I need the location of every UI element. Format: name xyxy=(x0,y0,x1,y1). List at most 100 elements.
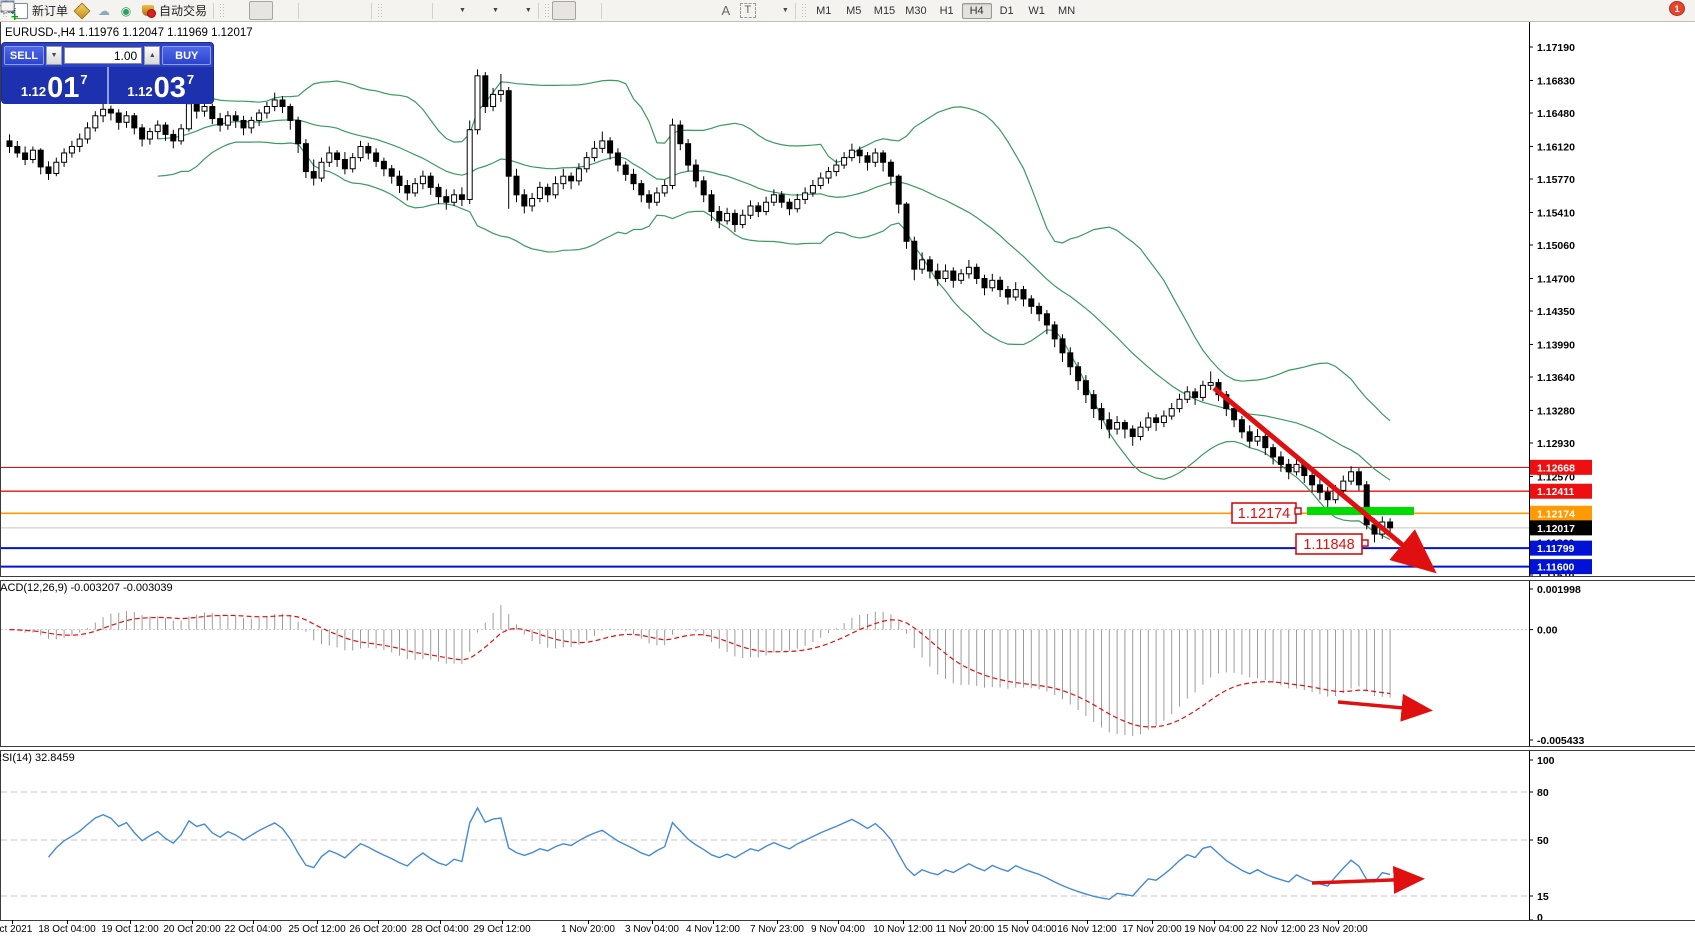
svg-text:1.12174: 1.12174 xyxy=(1238,506,1290,522)
svg-text:1.14350: 1.14350 xyxy=(1537,306,1575,318)
cloud-icon: ☁ xyxy=(96,3,112,18)
svg-text:1.11848: 1.11848 xyxy=(1303,537,1354,553)
trendline-tool[interactable] xyxy=(649,1,671,20)
horizontal-line-icon xyxy=(630,3,646,18)
timeframe-m5[interactable]: M5 xyxy=(839,3,869,19)
time-axis-label: 10 Nov 12:00 xyxy=(873,924,933,935)
text-tool[interactable]: A xyxy=(715,1,737,20)
clock-icon xyxy=(472,3,488,18)
svg-text:15: 15 xyxy=(1537,891,1549,903)
svg-text:1.11600: 1.11600 xyxy=(1537,562,1575,574)
zoom-out-button[interactable] xyxy=(324,1,346,20)
auto-scroll-button[interactable] xyxy=(385,1,407,20)
line-chart-button[interactable] xyxy=(273,1,295,20)
macd-canvas[interactable]: 0.0019980.00-0.005433 xyxy=(1,579,1695,746)
buy-price-display[interactable]: 1.12 03 7 xyxy=(109,67,214,104)
zoom-in-icon xyxy=(305,3,321,18)
templates-button[interactable]: ▼ xyxy=(502,1,535,20)
timeframe-d1[interactable]: D1 xyxy=(992,3,1022,19)
timeframe-w1[interactable]: W1 xyxy=(1022,3,1052,19)
bar-chart-button[interactable] xyxy=(227,1,249,20)
text-label-tool[interactable]: T xyxy=(737,1,759,20)
text-label-icon: T xyxy=(740,3,756,18)
buy-button[interactable]: BUY xyxy=(162,46,211,65)
svg-text:1.11799: 1.11799 xyxy=(1537,543,1575,555)
search-button[interactable] xyxy=(1627,1,1649,20)
price-chart-canvas[interactable]: 1.121741.118481.171901.168301.164801.161… xyxy=(1,22,1695,576)
new-order-label: 新订单 xyxy=(32,2,68,19)
shapes-icon xyxy=(762,3,778,18)
time-axis-label: 16 Nov 12:00 xyxy=(1057,924,1117,935)
svg-text:80: 80 xyxy=(1537,787,1549,799)
lot-decrease-button[interactable]: ▼ xyxy=(46,46,62,65)
time-axis-label: 3 Nov 04:00 xyxy=(625,924,679,935)
market-depth-button[interactable] xyxy=(71,1,93,20)
trendline-icon xyxy=(652,3,668,18)
time-axis-label: 25 Oct 12:00 xyxy=(288,924,345,935)
sell-price-display[interactable]: 1.12 01 7 xyxy=(2,67,109,104)
rsi-panel[interactable]: 1008050150 xyxy=(0,749,1695,920)
svg-text:50: 50 xyxy=(1537,835,1549,847)
chevron-down-icon: ▼ xyxy=(492,7,499,14)
periods-button[interactable]: ▼ xyxy=(469,1,502,20)
signal-icon: ◉ xyxy=(118,3,134,18)
notification-badge[interactable]: 1 xyxy=(1669,1,1685,16)
svg-text:1.15770: 1.15770 xyxy=(1537,174,1575,186)
candle-chart-button[interactable] xyxy=(249,1,273,20)
svg-text:0.00: 0.00 xyxy=(1537,625,1558,637)
chat-bubble-icon xyxy=(1652,3,1668,18)
community-button[interactable]: ☁ xyxy=(93,1,115,20)
time-axis-label: 15 Nov 04:00 xyxy=(997,924,1057,935)
svg-text:1.16480: 1.16480 xyxy=(1537,108,1575,120)
lot-increase-button[interactable]: ▲ xyxy=(144,46,160,65)
tile-windows-button[interactable] xyxy=(346,1,368,20)
timeframe-h4[interactable]: H4 xyxy=(962,3,992,19)
timeframe-m15[interactable]: M15 xyxy=(869,3,900,19)
svg-text:1.13280: 1.13280 xyxy=(1537,405,1575,417)
svg-text:1.17190: 1.17190 xyxy=(1537,42,1575,54)
panel-separator[interactable] xyxy=(0,746,1695,751)
sell-button[interactable]: SELL xyxy=(4,46,44,65)
chart-shift-button[interactable] xyxy=(407,1,429,20)
svg-text:1.13640: 1.13640 xyxy=(1537,372,1575,384)
auto-trading-button[interactable]: 自动交易 xyxy=(137,1,210,20)
time-axis-label: 22 Oct 04:00 xyxy=(224,924,281,935)
time-axis-label: 29 Oct 12:00 xyxy=(473,924,530,935)
signals-button[interactable]: ◉ xyxy=(115,1,137,20)
vertical-line-tool[interactable] xyxy=(605,1,627,20)
crosshair-tool-button[interactable] xyxy=(576,1,598,20)
main-toolbar: 新订单 ☁ ◉ 自动交易 ▼ ▼ ▼ E F A T ▼ M1M5M15M30H… xyxy=(0,0,1695,22)
panel-separator[interactable] xyxy=(0,576,1695,581)
candlestick-icon xyxy=(253,3,269,18)
time-axis-label: 1 Nov 20:00 xyxy=(561,924,615,935)
notifications-button[interactable] xyxy=(1649,1,1671,20)
svg-text:1.12174: 1.12174 xyxy=(1537,508,1575,520)
auto-scroll-icon xyxy=(388,3,404,18)
time-axis-label: 19 Nov 04:00 xyxy=(1184,924,1244,935)
lot-size-input[interactable] xyxy=(64,47,142,64)
svg-text:1.12017: 1.12017 xyxy=(1537,523,1575,535)
buy-price-prefix: 1.12 xyxy=(127,84,152,99)
macd-panel[interactable]: 0.0019980.00-0.005433 xyxy=(0,579,1695,746)
chart-ohlc-title: EURUSD-,H4 1.11976 1.12047 1.11969 1.120… xyxy=(5,27,253,39)
indicators-button[interactable]: ▼ xyxy=(436,1,469,20)
new-order-button[interactable]: 新订单 xyxy=(10,1,71,20)
zoom-out-icon xyxy=(327,3,343,18)
timeframe-m30[interactable]: M30 xyxy=(900,3,931,19)
price-chart-panel[interactable]: 1.121741.118481.171901.168301.164801.161… xyxy=(0,22,1695,576)
timeframe-h1[interactable]: H1 xyxy=(932,3,962,19)
rsi-canvas[interactable]: 1008050150 xyxy=(1,749,1695,920)
timeframe-m1[interactable]: M1 xyxy=(809,3,839,19)
horizontal-line-tool[interactable] xyxy=(627,1,649,20)
add-indicator-icon xyxy=(439,3,455,18)
time-axis[interactable]: Oct 202118 Oct 04:0019 Oct 12:0020 Oct 2… xyxy=(0,920,1695,938)
svg-text:1.15060: 1.15060 xyxy=(1537,240,1575,252)
timeframe-mn[interactable]: MN xyxy=(1052,3,1082,19)
channel-tool[interactable]: E xyxy=(671,1,693,20)
fibonacci-tool[interactable]: F xyxy=(693,1,715,20)
zoom-in-button[interactable] xyxy=(302,1,324,20)
time-axis-label: 9 Nov 04:00 xyxy=(811,924,865,935)
arrows-tool[interactable]: ▼ xyxy=(759,1,792,20)
tile-windows-icon xyxy=(349,3,365,18)
cursor-tool-button[interactable] xyxy=(552,1,576,20)
